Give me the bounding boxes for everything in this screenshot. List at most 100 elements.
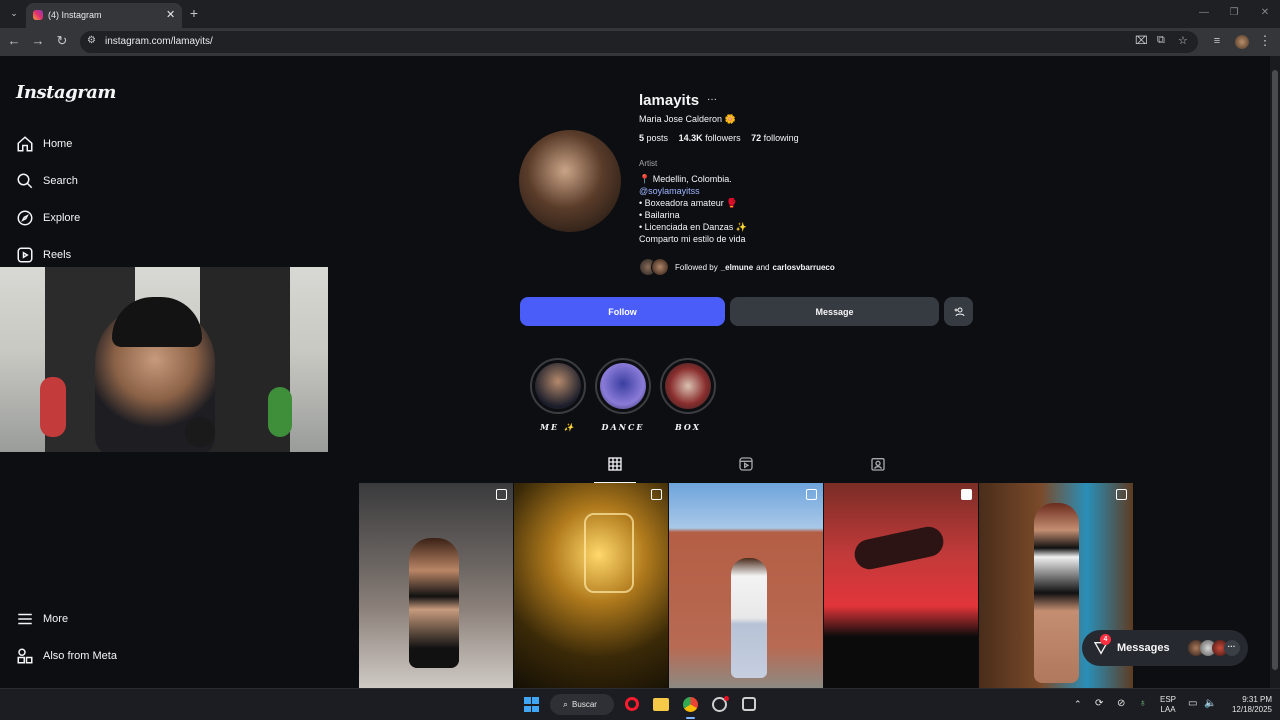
bio-line: • Boxeadora amateur 🥊 [639,198,738,208]
profile-avatar[interactable] [1235,35,1249,49]
carousel-icon [806,489,817,500]
followed-by[interactable]: Followed by _elmune and carlosvbarrueco [639,258,835,276]
profile-stats: 5 posts 14.3K followers 72 following [639,133,799,143]
post-tile[interactable] [359,483,513,688]
file-explorer-icon[interactable] [653,698,669,711]
bio-line: 📍 Medellin, Colombia. [639,174,732,184]
highlight-me[interactable]: ME ✨ [530,358,586,432]
post-person [409,538,459,668]
webcam-overlay [0,267,328,452]
taskbar-search[interactable]: ⌕ Buscar [550,694,614,715]
post-tile[interactable] [669,483,823,688]
highlight-image [665,363,711,409]
post-tile[interactable] [824,483,978,688]
profile-picture[interactable] [519,130,621,232]
profile-category: Artist [639,159,658,168]
sync-icon[interactable]: ⟳ [1095,698,1103,709]
following-stat[interactable]: 72 following [751,133,799,143]
sidebar-item-label: Explore [43,212,81,224]
search-icon [17,173,33,189]
post-person [851,523,947,573]
sidebar-item-explore[interactable]: Explore [16,206,80,230]
grid-icon[interactable] [607,456,623,472]
language-indicator[interactable]: ESP LAA [1160,695,1176,715]
follow-button[interactable]: Follow [520,297,725,326]
followed-by-user[interactable]: carlosvbarrueco [773,263,835,272]
profile-full-name: Maria Jose Calderon 🌼 [639,114,736,124]
compass-icon [17,210,33,226]
back-icon[interactable]: ← [6,34,22,50]
post-tile[interactable] [514,483,668,688]
profile-options-button[interactable]: ··· [707,94,717,105]
site-info-icon[interactable]: ⚙ [87,35,96,46]
tagged-icon[interactable] [870,456,886,472]
bio-line: Comparto mi estilo de vida [639,234,746,244]
bio-line: • Bailarina [639,210,680,220]
search-icon: ⌕ [563,699,569,709]
messages-badge: 4 [1100,634,1111,645]
highlight-label: BOX [675,422,701,432]
windows-start-icon[interactable] [524,697,539,712]
close-window-icon[interactable]: ✕ [1257,6,1273,22]
sidebar-item-search[interactable]: Search [16,169,78,193]
chrome-icon[interactable] [683,697,698,712]
browser-tab-bar: ⌄ (4) Instagram ✕ + — ❐ ✕ [0,0,1280,28]
new-tab-button[interactable]: + [186,6,202,22]
restore-icon[interactable]: ❐ [1226,6,1242,22]
messages-pill[interactable]: 4 Messages ··· [1082,630,1248,666]
add-user-icon [954,307,964,316]
webcam-elf-figure [268,387,292,437]
posts-stat: 5 posts [639,133,669,143]
minimize-icon[interactable]: — [1196,6,1212,22]
taskbar: ⌕ Buscar ⌃ ⟳ ⊘ ♁ ESP LAA ▭ 🔈 9:31 PM 12/… [0,688,1280,720]
address-bar[interactable]: ⚙ instagram.com/lamayits/ ⌧ ⧉ ☆ [80,31,1198,53]
streaming-app-icon[interactable] [742,697,756,711]
clock[interactable]: 9:31 PM 12/18/2025 [1222,695,1272,715]
display-icon[interactable]: ▭ [1188,698,1197,709]
profile-main: lamayits ··· Maria Jose Calderon 🌼 5 pos… [350,56,1140,688]
tray-chevron-icon[interactable]: ⌃ [1074,699,1082,710]
install-app-icon[interactable]: ⧉ [1157,34,1165,47]
reels-icon [17,247,33,263]
bio-line: • Licenciada en Danzas ✨ [639,222,747,232]
follower-avatar [651,258,669,276]
followed-by-user[interactable]: _elmune [721,263,753,272]
scrollbar-thumb[interactable] [1272,70,1278,670]
messages-label: Messages [1117,642,1170,654]
carousel-icon [1116,489,1127,500]
tab-search-icon[interactable]: ⌄ [6,6,22,22]
sidebar-item-also-from-meta[interactable]: Also from Meta [16,644,117,668]
url-text: instagram.com/lamayits/ [105,36,213,47]
volume-icon[interactable]: 🔈 [1204,698,1216,709]
reels-tab-icon[interactable] [738,456,754,472]
sidebar-item-more[interactable]: More [16,607,68,631]
browser-tab[interactable]: (4) Instagram ✕ [26,3,182,28]
tab-close-icon[interactable]: ✕ [166,8,175,21]
bookmark-star-icon[interactable]: ☆ [1178,34,1188,47]
profile-username: lamayits [639,92,700,109]
active-app-indicator [686,717,695,719]
reload-icon[interactable]: ↻ [54,34,70,50]
sidebar-item-home[interactable]: Home [16,132,72,156]
opera-icon[interactable] [625,697,639,711]
highlight-box[interactable]: BOX [660,358,716,432]
translate-icon[interactable]: ⌧ [1135,34,1148,47]
followers-stat[interactable]: 14.3K followers [679,133,741,143]
bio-link[interactable]: @soylamayitss [639,185,747,197]
meta-icon [17,648,33,664]
messages-more-icon: ··· [1223,640,1240,656]
page-scrollbar[interactable] [1270,56,1280,688]
sidebar-item-label: Reels [43,249,72,261]
microphone-icon[interactable]: ♁ [1139,698,1147,709]
reading-list-icon[interactable]: ≡ [1209,34,1225,50]
tab-title: (4) Instagram [48,10,102,20]
network-off-icon[interactable]: ⊘ [1117,698,1125,709]
message-button[interactable]: Message [730,297,939,326]
suggest-user-button[interactable] [944,297,973,326]
forward-icon[interactable]: → [30,34,46,50]
webcam-microphone [185,417,215,447]
highlight-dance[interactable]: DANCE [595,358,651,432]
instagram-logo[interactable]: Instagram [16,82,116,103]
kebab-menu-icon[interactable]: ⋮ [1257,34,1273,50]
sidebar-item-reels[interactable]: Reels [16,243,71,267]
